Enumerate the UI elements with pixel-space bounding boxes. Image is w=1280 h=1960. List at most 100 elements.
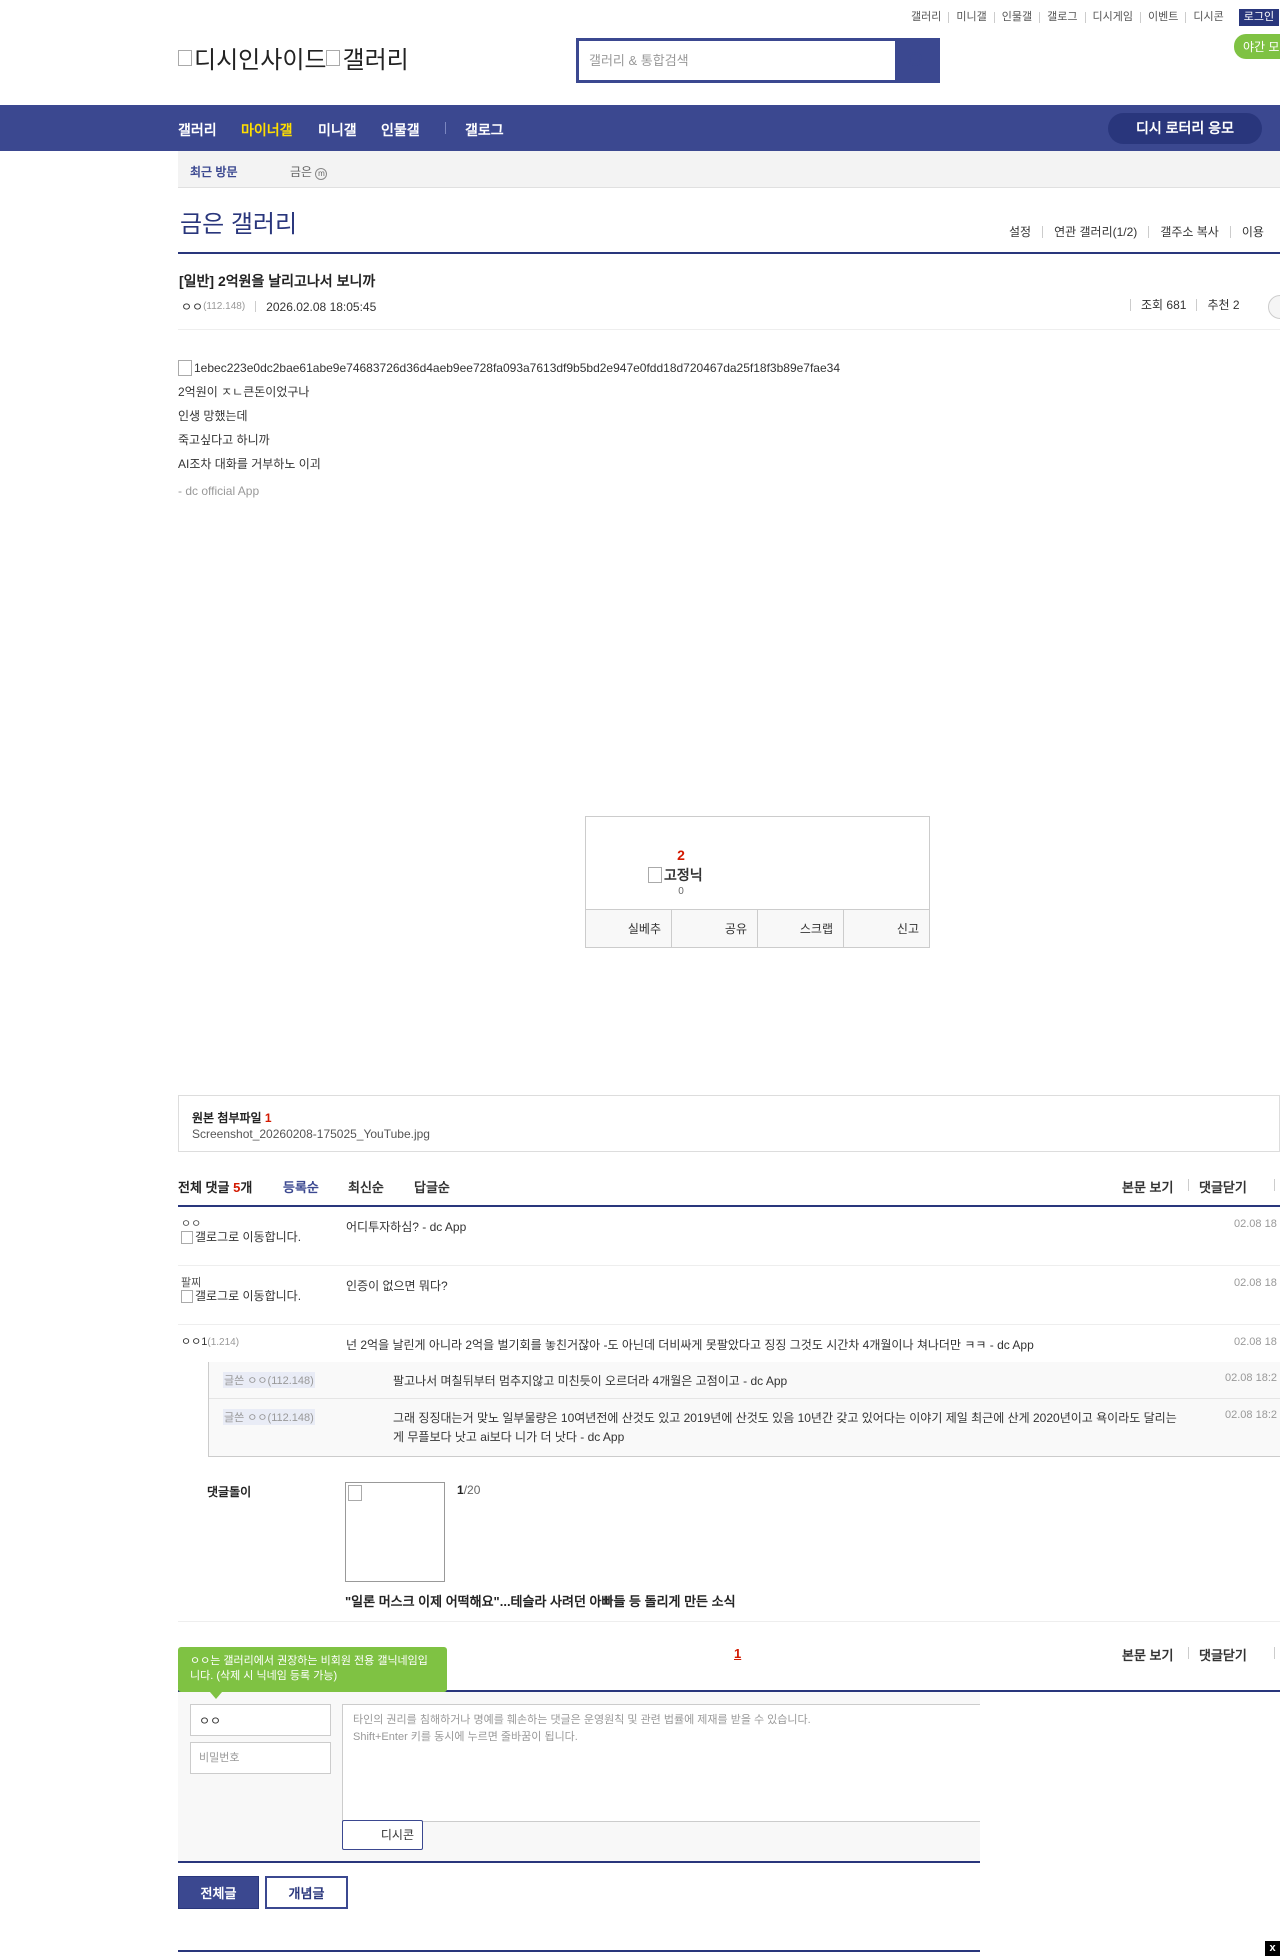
broken-image-icon (648, 867, 662, 883)
main-nav: 갤러리 마이너갤 미니갤 인물갤 갤로그 디시 로터리 응모 (0, 105, 1280, 151)
password-input[interactable] (190, 1742, 331, 1774)
gallog-link[interactable]: 갤로그로 이동합니다. (181, 1290, 311, 1304)
comment-text: 넌 2억을 날린게 아니라 2억을 벌기회를 놓친거잖아 -도 아닌데 더비싸게… (346, 1338, 1034, 1352)
broken-image-icon (326, 49, 341, 66)
top-links: 갤러리 미니갤 인물갤 갤로그 디시게임 이벤트 디시콘 로그인 (904, 9, 1280, 26)
scrap-button[interactable]: 스크랩 (757, 910, 843, 947)
more-options-icon[interactable] (1268, 295, 1280, 319)
comment-header: 전체 댓글 5개 등록순 최신순 답글순 본문 보기 댓글닫기 (178, 1177, 1280, 1207)
all-posts-button[interactable]: 전체글 (178, 1876, 259, 1909)
comment-count: 전체 댓글 5개 (178, 1177, 252, 1196)
top-link-dcgame[interactable]: 디시게임 (1084, 12, 1140, 23)
lottery-button[interactable]: 디시 로터리 응모 (1108, 113, 1262, 144)
reply-nick[interactable]: 글쓴 ㅇㅇ(112.148) (223, 1372, 315, 1388)
post-body: 1ebec223e0dc2bae61abe9e74683726d36d4aeb9… (178, 360, 1278, 498)
post-meta: ㅇㅇ (112.148) 2026.02.08 18:05:45 (181, 298, 376, 315)
related-gallery-button[interactable]: 연관 갤러리(1/2) (1042, 226, 1148, 238)
close-comments-button[interactable]: 댓글닫기 (1199, 1177, 1247, 1196)
comment-write-form: 디시콘 (178, 1692, 980, 1863)
top-link-event[interactable]: 이벤트 (1139, 12, 1185, 23)
comment-dolly-image[interactable] (345, 1482, 445, 1582)
post-title: [일반] 2억원을 날리고나서 보니까 (179, 273, 376, 289)
post-author-ip: (112.148) (203, 301, 246, 312)
comment-nick[interactable]: 팔찌 (181, 1274, 201, 1290)
comment-count-label: 전체 댓글 (178, 1180, 230, 1195)
copy-gallery-url-button[interactable]: 갤주소 복사 (1148, 226, 1230, 238)
attachment-title: 원본 첨부파일 1 (192, 1109, 272, 1126)
top-link-minigall[interactable]: 미니갤 (948, 12, 993, 23)
post-author[interactable]: ㅇㅇ (181, 298, 203, 315)
top-link-dccon[interactable]: 디시콘 (1185, 12, 1230, 23)
divider (1188, 1647, 1189, 1659)
gallery-settings-button[interactable]: 설정 (1000, 226, 1042, 238)
search-button[interactable] (895, 41, 937, 80)
nickname-input[interactable] (190, 1704, 331, 1736)
comment-dolly-page-total: /20 (463, 1483, 481, 1497)
share-button[interactable]: 공유 (671, 910, 757, 947)
comment-text: 인증이 없으면 뭐다? (346, 1279, 448, 1293)
nickname-tooltip: ㅇㅇ는 갤러리에서 권장하는 비회원 전용 갤닉네임입니다. (삭제 시 닉네임… (178, 1647, 447, 1692)
comment-dolly-label: 댓글돌이 (207, 1485, 252, 1499)
logo[interactable]: 디시인사이드 갤러리 (178, 40, 409, 75)
close-icon[interactable]: x (1265, 1941, 1280, 1956)
view-body-button[interactable]: 본문 보기 (1122, 1177, 1173, 1196)
nav-gallery[interactable]: 갤러리 (178, 120, 217, 140)
header: 갤러리 미니갤 인물갤 갤로그 디시게임 이벤트 디시콘 로그인 야간 모 디시… (0, 0, 1280, 105)
gallery-title[interactable]: 금은 갤러리 (180, 204, 297, 239)
comment-nick-ip: (1.214) (207, 1337, 240, 1348)
reply-nick[interactable]: 글쓴 ㅇㅇ(112.148) (223, 1409, 315, 1425)
reply-text: 팔고나서 며칠뒤부터 멈추지않고 미친듯이 오르더라 4개월은 고점이고 - d… (393, 1374, 788, 1388)
nav-gallog[interactable]: 갤로그 (465, 120, 504, 140)
comment: ㅇㅇ1(1.214) 넌 2억을 날린게 아니라 2억을 벌기회를 놓친거잖아 … (178, 1325, 1280, 1362)
nav-person-gallery[interactable]: 인물갤 (381, 120, 420, 140)
divider (1274, 1179, 1275, 1191)
post-image[interactable]: 1ebec223e0dc2bae61abe9e74683726d36d4aeb9… (178, 360, 1278, 376)
comment-textarea[interactable] (342, 1704, 980, 1822)
reply: 글쓴 ㅇㅇ(112.148) 그래 징징대는거 맞노 일부물량은 10여년전에 … (209, 1399, 1280, 1457)
divider (178, 252, 1280, 254)
sort-replies[interactable]: 답글순 (414, 1177, 450, 1196)
top-link-gallery[interactable]: 갤러리 (904, 12, 948, 23)
top-link-person[interactable]: 인물갤 (993, 12, 1039, 23)
comment-date: 02.08 18 (1234, 1218, 1277, 1230)
nav-minor-gallery[interactable]: 마이너갤 (241, 120, 293, 140)
comment: ㅇㅇ 갤로그로 이동합니다. 어디투자하심? - dc App 02.08 18 (178, 1207, 1280, 1266)
sort-registered[interactable]: 등록순 (283, 1177, 319, 1196)
recommend-actions: 실베추 공유 스크랩 신고 (586, 909, 929, 947)
comment-dolly-page: 1/20 (457, 1483, 480, 1497)
usage-button[interactable]: 이용 (1229, 226, 1275, 238)
real-best-button[interactable]: 실베추 (586, 910, 671, 947)
night-mode-toggle[interactable]: 야간 모 (1234, 34, 1280, 59)
gallog-link-alt: 갤로그로 이동합니다. (195, 1230, 302, 1244)
comment-count-unit: 개 (240, 1180, 253, 1195)
reply: 글쓴 ㅇㅇ(112.148) 팔고나서 며칠뒤부터 멈추지않고 미친듯이 오르더… (209, 1362, 1280, 1399)
login-button[interactable]: 로그인 (1238, 9, 1280, 26)
comment-dolly-headline[interactable]: "일론 머스크 이제 어떡해요"...테슬라 사려던 아빠들 등 돌리게 만든 … (345, 1591, 736, 1610)
fixed-nick-recommend-count: 0 (678, 886, 684, 897)
post-recommend-count: 추천 2 (1196, 299, 1249, 311)
recent-visit-item[interactable]: 금은 m (290, 163, 328, 180)
recommend-button[interactable]: 고정닉 (648, 865, 703, 885)
best-posts-button[interactable]: 개념글 (265, 1876, 348, 1909)
post-stats: 조회 681 추천 2 (1130, 299, 1250, 311)
post-text-line: 인생 망했는데 (178, 409, 248, 423)
nav-mini-gallery[interactable]: 미니갤 (318, 120, 357, 140)
sort-latest[interactable]: 최신순 (348, 1177, 384, 1196)
comment-date: 02.08 18 (1234, 1277, 1277, 1289)
attachment-file-link[interactable]: Screenshot_20260208-175025_YouTube.jpg (192, 1127, 430, 1141)
gallog-link[interactable]: 갤로그로 이동합니다. (181, 1230, 311, 1245)
post-text-line: 죽고싶다고 하니까 (178, 433, 270, 447)
top-link-gallog[interactable]: 갤로그 (1039, 12, 1084, 23)
search-input[interactable] (579, 41, 897, 80)
minor-gallery-badge-icon: m (315, 168, 328, 180)
close-comments-button[interactable]: 댓글닫기 (1199, 1645, 1247, 1664)
comment-nick[interactable]: ㅇㅇ1(1.214) (181, 1333, 239, 1349)
broken-image-icon (348, 1485, 362, 1501)
dccon-button[interactable]: 디시콘 (342, 1820, 423, 1850)
view-body-button[interactable]: 본문 보기 (1122, 1645, 1173, 1664)
comment-nick[interactable]: ㅇㅇ (181, 1215, 201, 1231)
tooltip-arrow (210, 1692, 222, 1699)
report-button[interactable]: 신고 (843, 910, 929, 947)
attachment-title-label: 원본 첨부파일 (192, 1111, 262, 1125)
broken-image-icon (181, 1290, 193, 1304)
